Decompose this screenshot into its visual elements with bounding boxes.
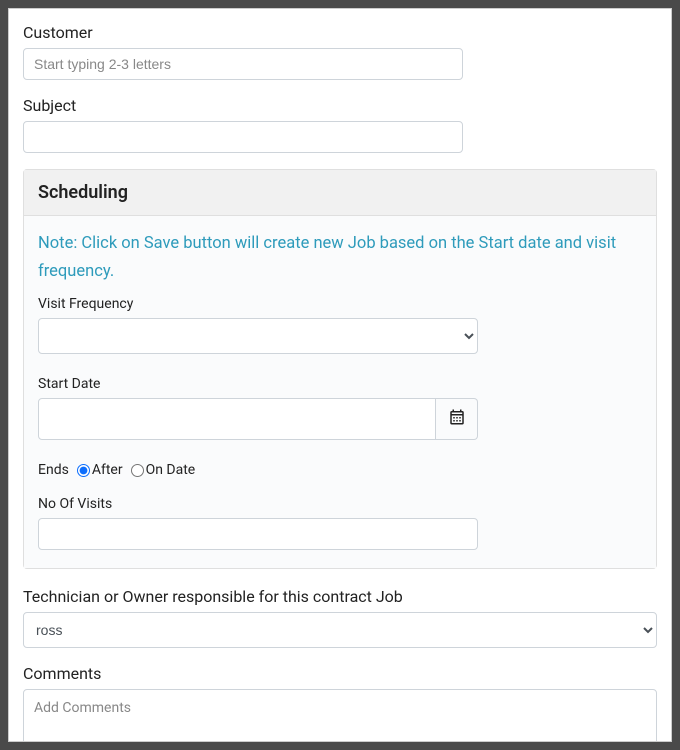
no-of-visits-label: No Of Visits [38,496,642,512]
start-date-input[interactable] [38,398,436,440]
visit-frequency-label: Visit Frequency [38,296,642,312]
ends-after-option[interactable]: After [77,462,123,478]
ends-after-text: After [92,462,123,478]
form-container: Customer Subject Scheduling Note: Click … [8,8,672,742]
scheduling-panel: Scheduling Note: Click on Save button wi… [23,169,657,569]
scheduling-note: Note: Click on Save button will create n… [38,230,642,286]
customer-input[interactable] [23,48,463,80]
ends-label: Ends [38,462,69,478]
visit-frequency-select[interactable] [38,318,478,354]
visit-frequency-field: Visit Frequency [38,296,642,354]
calendar-icon [448,408,466,430]
customer-label: Customer [23,23,657,42]
ends-row: Ends After On Date [38,462,642,478]
no-of-visits-input[interactable] [38,518,478,550]
comments-label: Comments [23,664,657,683]
start-date-row [38,398,478,440]
ends-on-date-option[interactable]: On Date [131,462,196,478]
subject-field-group: Subject [23,96,657,153]
comments-field-group: Comments [23,664,657,742]
technician-field-group: Technician or Owner responsible for this… [23,587,657,648]
technician-select[interactable]: ross [23,612,657,648]
start-date-label: Start Date [38,376,642,392]
calendar-button[interactable] [436,398,478,440]
technician-label: Technician or Owner responsible for this… [23,587,657,606]
ends-after-radio[interactable] [77,464,90,477]
scheduling-body: Note: Click on Save button will create n… [24,216,656,568]
scheduling-header: Scheduling [24,170,656,216]
start-date-field: Start Date [38,376,642,440]
ends-on-date-radio[interactable] [131,464,144,477]
customer-field-group: Customer [23,23,657,80]
subject-input[interactable] [23,121,463,153]
no-of-visits-field: No Of Visits [38,496,642,550]
subject-label: Subject [23,96,657,115]
ends-on-date-text: On Date [146,462,196,478]
comments-textarea[interactable] [23,689,657,742]
